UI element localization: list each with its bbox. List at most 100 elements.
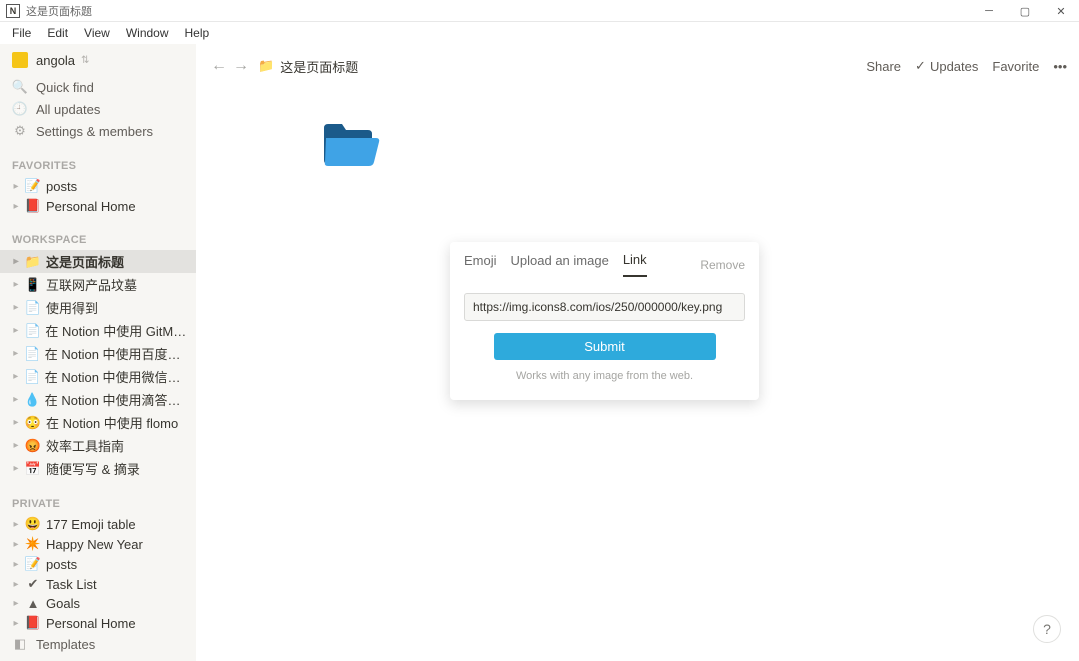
page-label: 在 Notion 中使用 flomo <box>46 413 178 432</box>
topbar: ← → 📁 这是页面标题 Share ✓Updates Favorite ••• <box>196 44 1079 88</box>
page-emoji-icon: 📅 <box>24 461 42 477</box>
page-emoji-icon: 😳 <box>24 415 42 431</box>
tab-link[interactable]: Link <box>623 252 647 277</box>
nav-forward-button[interactable]: → <box>230 57 252 75</box>
disclosure-triangle-icon[interactable]: ▸ <box>8 201 24 212</box>
disclosure-triangle-icon[interactable]: ▸ <box>8 417 24 428</box>
workspace-page-item[interactable]: ▸📁这是页面标题 <box>0 250 196 273</box>
private-page-item[interactable]: ▸✔Task List <box>0 574 196 594</box>
disclosure-triangle-icon[interactable]: ▸ <box>8 618 24 629</box>
private-page-item[interactable]: ▸✴️Happy New Year <box>0 534 196 554</box>
image-url-input[interactable] <box>464 293 745 321</box>
app-logo-icon: N <box>6 4 20 18</box>
private-page-item[interactable]: ▸📝posts <box>0 554 196 574</box>
window-close-button[interactable]: ✕ <box>1043 0 1079 22</box>
workspace-page-item[interactable]: ▸📄 在 Notion 中使用百度脑图 <box>0 342 196 365</box>
all-updates[interactable]: 🕘 All updates <box>0 98 196 120</box>
page-emoji-icon: 📱 <box>24 277 42 293</box>
tab-upload-image[interactable]: Upload an image <box>511 253 609 276</box>
share-button[interactable]: Share <box>866 59 901 74</box>
help-button[interactable]: ? <box>1033 615 1061 643</box>
workspace-avatar-icon <box>12 52 28 68</box>
submit-button[interactable]: Submit <box>494 333 716 360</box>
disclosure-triangle-icon[interactable]: ▸ <box>8 371 23 382</box>
disclosure-triangle-icon[interactable]: ▸ <box>8 302 24 313</box>
favorite-item[interactable]: ▸📝posts <box>0 176 196 196</box>
workspace-page-item[interactable]: ▸📄使用得到 <box>0 296 196 319</box>
page-label: 在 Notion 中使用 GitMind <box>45 321 188 340</box>
menu-edit[interactable]: Edit <box>39 24 76 42</box>
search-icon: 🔍 <box>12 79 28 95</box>
page-label: posts <box>46 557 77 572</box>
workspace-page-item[interactable]: ▸📱互联网产品坟墓 <box>0 273 196 296</box>
section-favorites: FAVORITES <box>0 156 196 176</box>
page-emoji-icon: 😡 <box>24 438 42 454</box>
quick-find[interactable]: 🔍 Quick find <box>0 76 196 98</box>
disclosure-triangle-icon[interactable]: ▸ <box>8 559 24 570</box>
disclosure-triangle-icon[interactable]: ▸ <box>8 325 24 336</box>
page-emoji-icon: 😃 <box>24 516 42 532</box>
page-label: 这是页面标题 <box>46 252 124 271</box>
nav-back-button[interactable]: ← <box>208 57 230 75</box>
page-emoji-icon: 📄 <box>23 346 40 362</box>
import[interactable]: ⭳ Import <box>0 655 196 661</box>
private-page-item[interactable]: ▸📕 Personal Home <box>0 613 196 633</box>
disclosure-triangle-icon[interactable]: ▸ <box>8 519 24 530</box>
page-emoji-icon: 💧 <box>23 392 40 408</box>
disclosure-triangle-icon[interactable]: ▸ <box>8 463 24 474</box>
workspace-page-item[interactable]: ▸📄在 Notion 中使用微信读书 <box>0 365 196 388</box>
breadcrumb[interactable]: 📁 这是页面标题 <box>258 57 358 76</box>
page-emoji-icon: 📕 <box>24 198 42 214</box>
breadcrumb-label: 这是页面标题 <box>280 57 358 76</box>
menu-file[interactable]: File <box>4 24 39 42</box>
remove-icon-button[interactable]: Remove <box>700 258 745 272</box>
page-label: 在 Notion 中使用百度脑图 <box>45 344 188 363</box>
page-emoji-icon: ✔ <box>24 576 42 592</box>
disclosure-triangle-icon[interactable]: ▸ <box>8 348 23 359</box>
page-icon[interactable] <box>322 118 380 166</box>
section-private: PRIVATE <box>0 494 196 514</box>
page-label: Personal Home <box>46 616 136 631</box>
page-label: Personal Home <box>46 199 136 214</box>
workspace-switcher[interactable]: angola ⇅ <box>0 44 196 76</box>
templates[interactable]: ◧ Templates <box>0 633 196 655</box>
disclosure-triangle-icon[interactable]: ▸ <box>8 440 24 451</box>
more-button[interactable]: ••• <box>1053 59 1067 74</box>
page-label: 177 Emoji table <box>46 517 136 532</box>
gear-icon: ⚙ <box>12 123 28 139</box>
disclosure-triangle-icon[interactable]: ▸ <box>8 598 24 609</box>
page-label: 使用得到 <box>46 298 98 317</box>
disclosure-triangle-icon[interactable]: ▸ <box>8 279 24 290</box>
tab-emoji[interactable]: Emoji <box>464 253 497 276</box>
disclosure-triangle-icon[interactable]: ▸ <box>8 394 23 405</box>
workspace-page-item[interactable]: ▸📅随便写写 & 摘录 <box>0 457 196 480</box>
page-emoji-icon: 📄 <box>24 300 42 316</box>
workspace-page-item[interactable]: ▸💧在 Notion 中使用滴答清单 <box>0 388 196 411</box>
window-titlebar: N 这是页面标题 ─ ▢ ✕ <box>0 0 1079 22</box>
favorite-button[interactable]: Favorite <box>992 59 1039 74</box>
window-maximize-button[interactable]: ▢ <box>1007 0 1043 22</box>
page-emoji-icon: 📄 <box>23 369 40 385</box>
folder-icon: 📁 <box>258 58 274 74</box>
menu-window[interactable]: Window <box>118 24 177 42</box>
private-page-item[interactable]: ▸▲Goals <box>0 594 196 613</box>
disclosure-triangle-icon[interactable]: ▸ <box>8 579 24 590</box>
page-label: posts <box>46 179 77 194</box>
favorite-item[interactable]: ▸📕 Personal Home <box>0 196 196 216</box>
private-page-item[interactable]: ▸😃 177 Emoji table <box>0 514 196 534</box>
chevron-updown-icon: ⇅ <box>81 55 89 66</box>
menu-view[interactable]: View <box>76 24 118 42</box>
disclosure-triangle-icon[interactable]: ▸ <box>8 256 24 267</box>
menu-help[interactable]: Help <box>177 24 218 42</box>
page-emoji-icon: 📕 <box>24 615 42 631</box>
workspace-page-item[interactable]: ▸📄在 Notion 中使用 GitMind <box>0 319 196 342</box>
disclosure-triangle-icon[interactable]: ▸ <box>8 181 24 192</box>
workspace-page-item[interactable]: ▸😳在 Notion 中使用 flomo <box>0 411 196 434</box>
page-label: Goals <box>46 596 80 611</box>
updates-button[interactable]: ✓Updates <box>915 58 978 74</box>
workspace-page-item[interactable]: ▸😡效率工具指南 <box>0 434 196 457</box>
settings-members[interactable]: ⚙ Settings & members <box>0 120 196 142</box>
check-icon: ✓ <box>915 58 926 74</box>
window-minimize-button[interactable]: ─ <box>971 0 1007 22</box>
disclosure-triangle-icon[interactable]: ▸ <box>8 539 24 550</box>
